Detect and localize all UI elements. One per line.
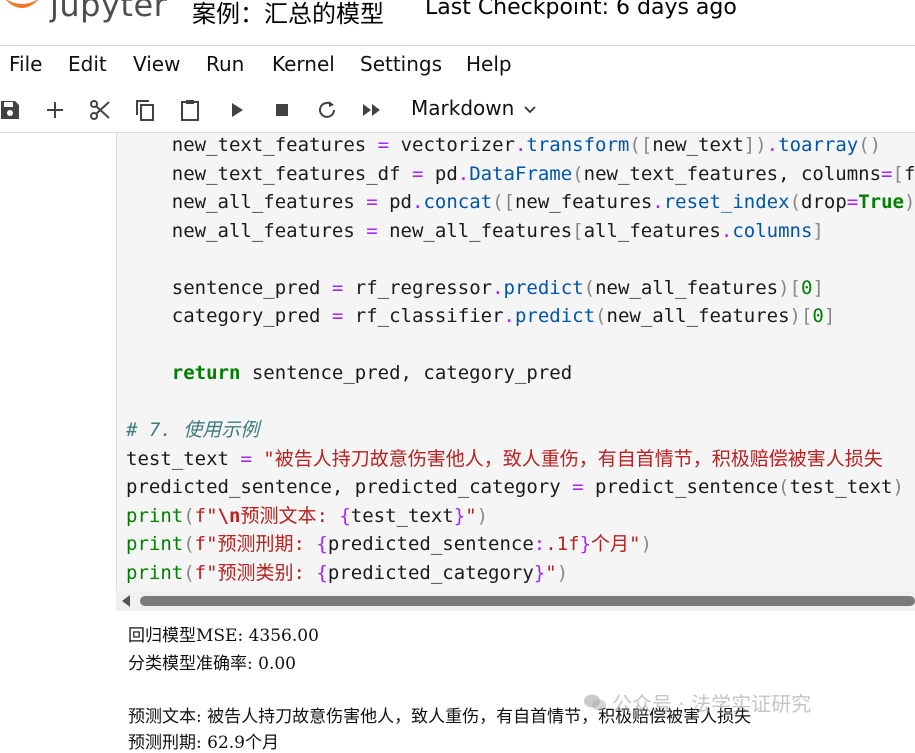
menu-file[interactable]: File (9, 52, 42, 76)
cut-icon[interactable] (88, 98, 112, 122)
chevron-down-icon[interactable] (522, 101, 538, 117)
menu-kernel[interactable]: Kernel (272, 52, 335, 76)
restart-icon[interactable] (315, 98, 339, 122)
stop-icon[interactable] (270, 98, 294, 122)
header: jupyter 案例：汇总的模型 Last Checkpoint: 6 days… (0, 0, 915, 42)
scrollbar-thumb[interactable] (140, 596, 915, 606)
cell-type-select[interactable]: Markdown (411, 96, 514, 120)
output-line-mse: 回归模型MSE: 4356.00 (128, 626, 319, 646)
jupyter-logo-icon (6, 0, 38, 8)
run-all-icon[interactable] (360, 98, 384, 122)
scroll-left-icon[interactable] (122, 595, 130, 607)
menu-run[interactable]: Run (206, 52, 244, 76)
code-line: test_text = "被告人持刀故意伤害他人，致人重伤，有自首情节，积极赔偿… (126, 447, 883, 470)
menu-help[interactable]: Help (466, 52, 512, 76)
code-line: predicted_sentence, predicted_category =… (126, 476, 904, 498)
code-line: # 7. 使用示例 (126, 419, 260, 441)
menu-bar: File Edit View Run Kernel Settings Help (0, 45, 915, 86)
code-line: new_text_features = vectorizer.transform… (126, 134, 882, 156)
jupyter-logo-text: jupyter (50, 0, 168, 24)
menu-settings[interactable]: Settings (360, 52, 442, 76)
code-line: print(f"\n预测文本: {test_text}") (126, 504, 489, 527)
watermark-text: 公众号 · 法学实证研究 (612, 692, 812, 716)
wechat-watermark-icon (584, 694, 606, 711)
code-line: category_pred = rf_classifier.predict(ne… (126, 305, 836, 327)
code-line: sentence_pred = rf_regressor.predict(new… (126, 276, 824, 299)
last-checkpoint: Last Checkpoint: 6 days ago (425, 0, 737, 20)
menu-edit[interactable]: Edit (68, 52, 107, 76)
code-line: print(f"预测刑期: {predicted_sentence:.1f}个月… (126, 533, 652, 555)
paste-icon[interactable] (178, 98, 202, 122)
notebook-title[interactable]: 案例：汇总的模型 (192, 0, 384, 29)
code-line: return sentence_pred, category_pred (171, 362, 573, 384)
run-icon[interactable] (225, 98, 249, 122)
code-line: new_all_features = new_all_features[all_… (126, 219, 824, 242)
copy-icon[interactable] (133, 98, 157, 122)
code-line: new_all_features = pd.concat([new_featur… (126, 191, 915, 213)
notebook-toolbar: Markdown (0, 88, 915, 133)
code-editor[interactable]: new_text_features = vectorizer.transform… (126, 131, 915, 587)
output-line-sentence: 预测刑期: 62.9个月 (128, 733, 279, 753)
add-cell-icon[interactable] (43, 98, 67, 122)
output-line-accuracy: 分类模型准确率: 0.00 (128, 654, 296, 674)
code-line: print(f"预测类别: {predicted_category}") (126, 561, 569, 584)
code-line: new_text_features_df = pd.DataFrame(new_… (126, 162, 915, 185)
menu-view[interactable]: View (133, 52, 180, 76)
save-icon[interactable] (0, 98, 22, 122)
